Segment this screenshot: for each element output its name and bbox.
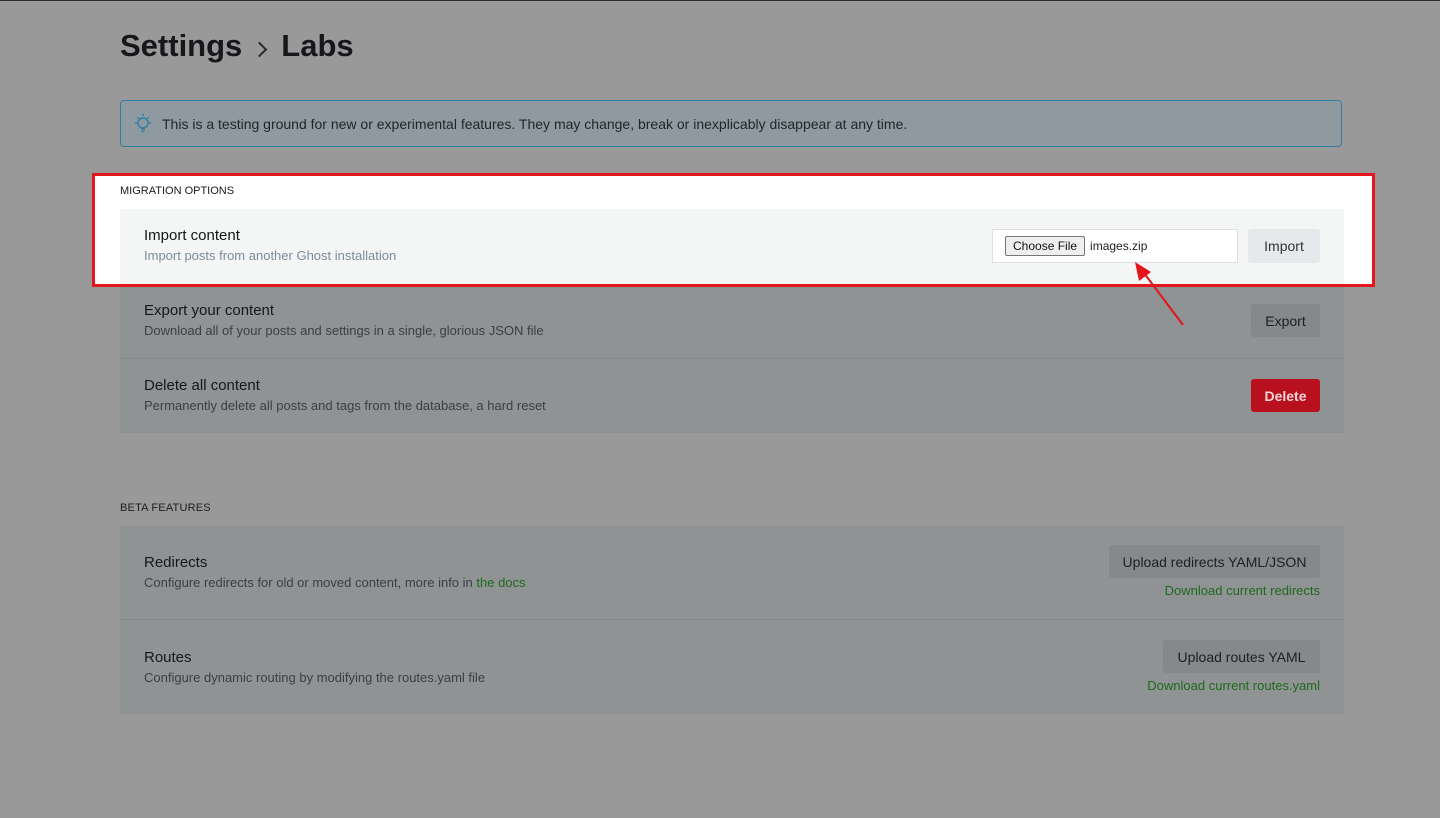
redirects-title: Redirects	[144, 554, 208, 571]
notice-text: This is a testing ground for new or expe…	[162, 115, 908, 132]
upload-redirects-button[interactable]: Upload redirects YAML/JSON	[1109, 545, 1320, 578]
delete-button[interactable]: Delete	[1251, 379, 1320, 412]
beta-panel: Redirects Configure redirects for old or…	[120, 526, 1344, 714]
export-title: Export your content	[144, 302, 275, 319]
delete-title: Delete all content	[144, 377, 260, 394]
import-title: Import content	[144, 227, 240, 244]
delete-row: Delete all content Permanently delete al…	[120, 359, 1344, 433]
labs-notice: This is a testing ground for new or expe…	[120, 100, 1342, 147]
routes-row: Routes Configure dynamic routing by modi…	[120, 620, 1344, 714]
chevron-right-icon	[252, 41, 268, 57]
export-button[interactable]: Export	[1251, 304, 1320, 337]
docs-link[interactable]: the docs	[476, 575, 525, 590]
export-desc: Download all of your posts and settings …	[144, 323, 544, 338]
file-input[interactable]: Choose File images.zip	[992, 229, 1238, 263]
breadcrumb-settings[interactable]: Settings	[120, 28, 242, 64]
download-routes-link[interactable]: Download current routes.yaml	[1147, 678, 1320, 693]
top-border	[0, 0, 1440, 1]
redirects-row: Redirects Configure redirects for old or…	[120, 526, 1344, 619]
routes-desc: Configure dynamic routing by modifying t…	[144, 670, 486, 685]
download-redirects-link[interactable]: Download current redirects	[1165, 583, 1320, 598]
import-desc: Import posts from another Ghost installa…	[144, 248, 397, 263]
choose-file-button[interactable]: Choose File	[1005, 236, 1086, 256]
breadcrumb-labs: Labs	[281, 28, 354, 63]
upload-routes-button[interactable]: Upload routes YAML	[1163, 640, 1320, 673]
import-row: Import content Import posts from another…	[120, 209, 1344, 284]
lightbulb-icon	[135, 113, 151, 132]
delete-desc: Permanently delete all posts and tags fr…	[144, 398, 546, 413]
import-button[interactable]: Import	[1248, 229, 1320, 263]
export-row: Export your content Download all of your…	[120, 284, 1344, 358]
page-title: Settings Labs	[120, 28, 354, 64]
redirects-desc: Configure redirects for old or moved con…	[144, 575, 526, 590]
migration-panel: Export your content Download all of your…	[120, 284, 1344, 433]
beta-section-label: BETA FEATURES	[120, 502, 211, 514]
selected-file-name: images.zip	[1090, 239, 1148, 253]
routes-title: Routes	[144, 649, 192, 666]
redirects-desc-text: Configure redirects for old or moved con…	[144, 575, 477, 590]
migration-section-label: MIGRATION OPTIONS	[120, 185, 235, 197]
